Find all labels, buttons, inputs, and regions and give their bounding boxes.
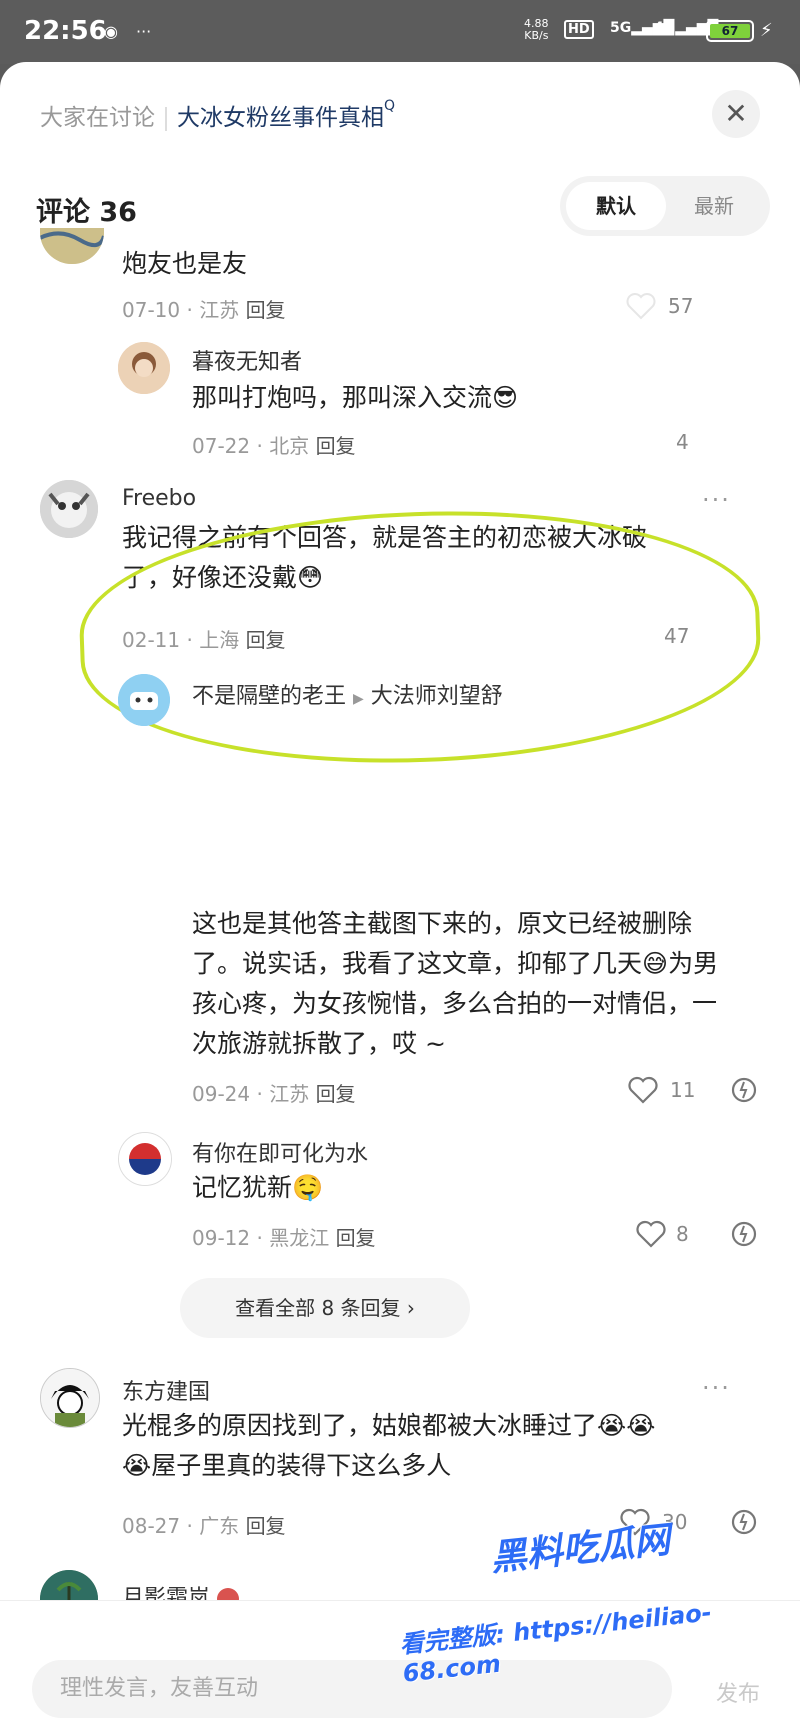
- status-bar: 22:56 ◉ ··· 4.88 KB/s HD 5G▂▄▆█ 4G▂▄▆█ 67…: [0, 0, 800, 64]
- charging-icon: ⚡: [760, 20, 773, 41]
- avatar[interactable]: [40, 1368, 100, 1428]
- net-speed: 4.88 KB/s: [524, 17, 549, 42]
- commenter-name[interactable]: Freebo: [122, 486, 196, 511]
- reply-button[interactable]: 回复: [316, 1082, 356, 1106]
- close-icon: ✕: [724, 97, 748, 130]
- hd-badge: HD: [564, 20, 594, 39]
- like-count: 57: [668, 294, 694, 318]
- reply-button[interactable]: 回复: [246, 298, 286, 322]
- reply-button[interactable]: 回复: [316, 434, 356, 458]
- dislike-icon[interactable]: [730, 1508, 758, 1536]
- comment-meta: 07-22 · 北京 回复: [192, 434, 356, 458]
- topic-header[interactable]: 大家在讨论 大冰女粉丝事件真相Q: [40, 98, 395, 132]
- dislike-icon[interactable]: [730, 1076, 758, 1104]
- commenter-name[interactable]: 暮夜无知者: [192, 344, 302, 376]
- dislike-icon[interactable]: [730, 1220, 758, 1248]
- comment-meta: 09-12 · 黑龙江 回复: [192, 1226, 376, 1250]
- battery-icon: 67: [706, 20, 754, 42]
- comment-meta: 09-24 · 江苏 回复: [192, 1082, 356, 1106]
- reply-button[interactable]: 回复: [336, 1226, 376, 1250]
- commenter-name[interactable]: 东方建国: [122, 1374, 210, 1406]
- like-icon[interactable]: [628, 1076, 658, 1104]
- close-button[interactable]: ✕: [712, 90, 760, 138]
- avatar[interactable]: [40, 228, 104, 264]
- like-count: 11: [670, 1078, 696, 1102]
- like-icon[interactable]: [626, 292, 656, 320]
- comment-text: 这也是其他答主截图下来的，原文已经被删除 了。说实话，我看了这文章，抑郁了几天😅为…: [192, 909, 719, 1058]
- comment-meta: 08-27 · 广东 回复: [122, 1514, 286, 1538]
- like-count: 8: [676, 1222, 689, 1246]
- comment-text: 那叫打炮吗，那叫深入交流😎: [192, 383, 519, 412]
- comment-sheet: 大家在讨论 大冰女粉丝事件真相Q ✕ 评论 36 默认 最新 炮友也是友 07-1…: [0, 62, 800, 1724]
- commenter-name[interactable]: 不是隔壁的老王 ▶ 大法师刘望舒: [192, 678, 503, 710]
- comment-text: 光棍多的原因找到了，姑娘都被大冰睡过了😭😭 😭屋子里真的装得下这么多人: [122, 1411, 656, 1480]
- avatar[interactable]: [118, 674, 170, 726]
- view-all-replies-button[interactable]: 查看全部 8 条回复 ›: [180, 1278, 470, 1338]
- comment-text: 记忆犹新🤤: [192, 1173, 324, 1202]
- sort-toggle: 默认 最新: [560, 176, 770, 236]
- like-count: 4: [676, 430, 689, 454]
- more-notifications-icon: ···: [136, 22, 152, 41]
- avatar[interactable]: [118, 1132, 172, 1186]
- search-icon: Q: [384, 98, 396, 114]
- sort-newest-tab[interactable]: 最新: [664, 182, 764, 230]
- reply-button[interactable]: 回复: [246, 1514, 286, 1538]
- avatar[interactable]: [40, 480, 98, 538]
- sort-default-tab[interactable]: 默认: [566, 182, 666, 230]
- comment-text: 炮友也是友: [122, 249, 248, 278]
- reply-arrow-icon: ▶: [353, 691, 364, 707]
- avatar[interactable]: [118, 342, 170, 394]
- clock: 22:56: [24, 16, 107, 46]
- commenter-name[interactable]: 有你在即可化为水: [192, 1136, 368, 1168]
- more-options-icon[interactable]: ···: [702, 486, 731, 514]
- publish-button[interactable]: 发布: [716, 1676, 760, 1708]
- notification-icon: ◉: [104, 22, 118, 41]
- like-icon[interactable]: [636, 1220, 666, 1248]
- topic-title[interactable]: 大冰女粉丝事件真相: [177, 105, 384, 131]
- more-options-icon[interactable]: ···: [702, 1374, 731, 1402]
- comment-meta: 07-10 · 江苏 回复: [122, 298, 286, 322]
- comment-count: 评论 36: [36, 197, 137, 228]
